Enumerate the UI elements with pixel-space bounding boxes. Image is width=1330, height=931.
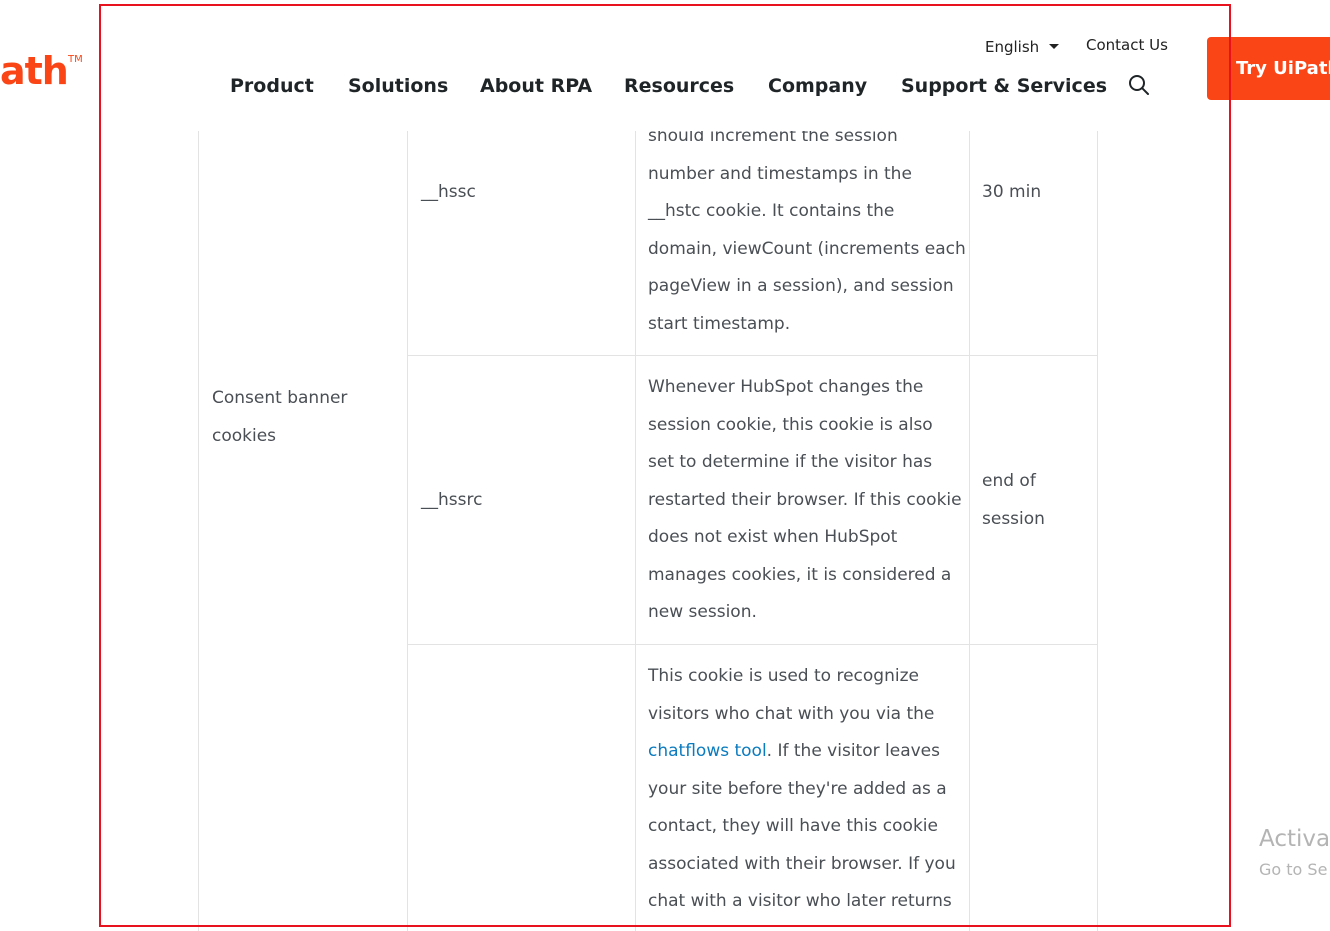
category-cell: Consent banner cookies xyxy=(212,380,347,455)
table-row-divider xyxy=(407,644,1098,645)
description-cell: This cookie is used to recognize visitor… xyxy=(648,658,956,921)
description-line: your site before they're added as a xyxy=(648,778,947,799)
description-line: chat with a visitor who later returns xyxy=(648,891,952,911)
nav-company[interactable]: Company xyxy=(768,73,867,99)
duration-line: session xyxy=(982,508,1045,529)
site-header: ath TM English Contact Us Product Soluti… xyxy=(0,0,1330,131)
table-col-divider xyxy=(969,131,970,931)
duration-line: end of xyxy=(982,471,1036,491)
contact-us-link[interactable]: Contact Us xyxy=(1086,35,1168,55)
description-cell: Whenever HubSpot changes the session coo… xyxy=(648,369,962,632)
uipath-logo[interactable]: ath xyxy=(0,46,69,96)
cookie-name-cell: __hssrc xyxy=(421,490,483,510)
description-line: set to determine if the visitor has xyxy=(648,452,933,472)
cookie-name-cell: __hssc xyxy=(421,182,476,202)
page: Consent banner cookies __hssc should inc… xyxy=(0,0,1330,931)
description-line: new session. xyxy=(648,602,757,622)
description-line: does not exist when HubSpot xyxy=(648,527,898,547)
chatflows-tool-link[interactable]: chatflows tool xyxy=(648,741,767,761)
table-border-right xyxy=(1097,131,1098,931)
table-col-divider xyxy=(635,131,636,931)
table-col-divider xyxy=(407,131,408,931)
nav-solutions[interactable]: Solutions xyxy=(348,73,448,99)
description-line: start timestamp. xyxy=(648,313,791,334)
description-line: domain, viewCount (increments each xyxy=(648,238,966,259)
description-line: This cookie is used to recognize xyxy=(648,666,919,686)
description-line: contact, they will have this cookie xyxy=(648,816,938,836)
description-text: . If the visitor leaves xyxy=(766,741,940,761)
table-row-divider xyxy=(407,355,1098,356)
category-line: Consent banner xyxy=(212,388,348,408)
category-line: cookies xyxy=(212,425,277,446)
table-border-left xyxy=(198,131,199,931)
language-selector[interactable]: English xyxy=(985,37,1039,57)
activation-watermark-title: Activat xyxy=(1259,826,1330,852)
description-line: associated with their browser. If you xyxy=(648,853,956,874)
duration-cell: 30 min xyxy=(982,182,1042,202)
try-uipath-button[interactable]: Try UiPath xyxy=(1207,37,1330,100)
trademark-mark: TM xyxy=(68,54,83,65)
nav-about-rpa[interactable]: About RPA xyxy=(480,73,592,99)
nav-product[interactable]: Product xyxy=(230,73,314,99)
description-line: pageView in a session), and session xyxy=(648,276,954,296)
description-line: number and timestamps in the xyxy=(648,163,912,184)
caret-down-icon[interactable] xyxy=(1049,44,1059,49)
description-line: __hstc cookie. It contains the xyxy=(648,201,895,221)
description-line: visitors who chat with you via the xyxy=(648,703,935,724)
nav-support-services[interactable]: Support & Services xyxy=(901,73,1107,99)
description-cell: should increment the session number and … xyxy=(648,118,966,343)
description-line: restarted their browser. If this cookie xyxy=(648,489,962,510)
description-line: chatflows tool. If the visitor leaves xyxy=(648,733,956,771)
duration-cell: end of session xyxy=(982,463,1045,538)
nav-resources[interactable]: Resources xyxy=(624,73,734,99)
description-line: Whenever HubSpot changes the xyxy=(648,377,924,397)
description-line: session cookie, this cookie is also xyxy=(648,414,933,435)
description-line: manages cookies, it is considered a xyxy=(648,564,952,585)
activation-watermark-subtitle: Go to Se xyxy=(1259,860,1328,879)
search-icon[interactable] xyxy=(1128,74,1150,96)
